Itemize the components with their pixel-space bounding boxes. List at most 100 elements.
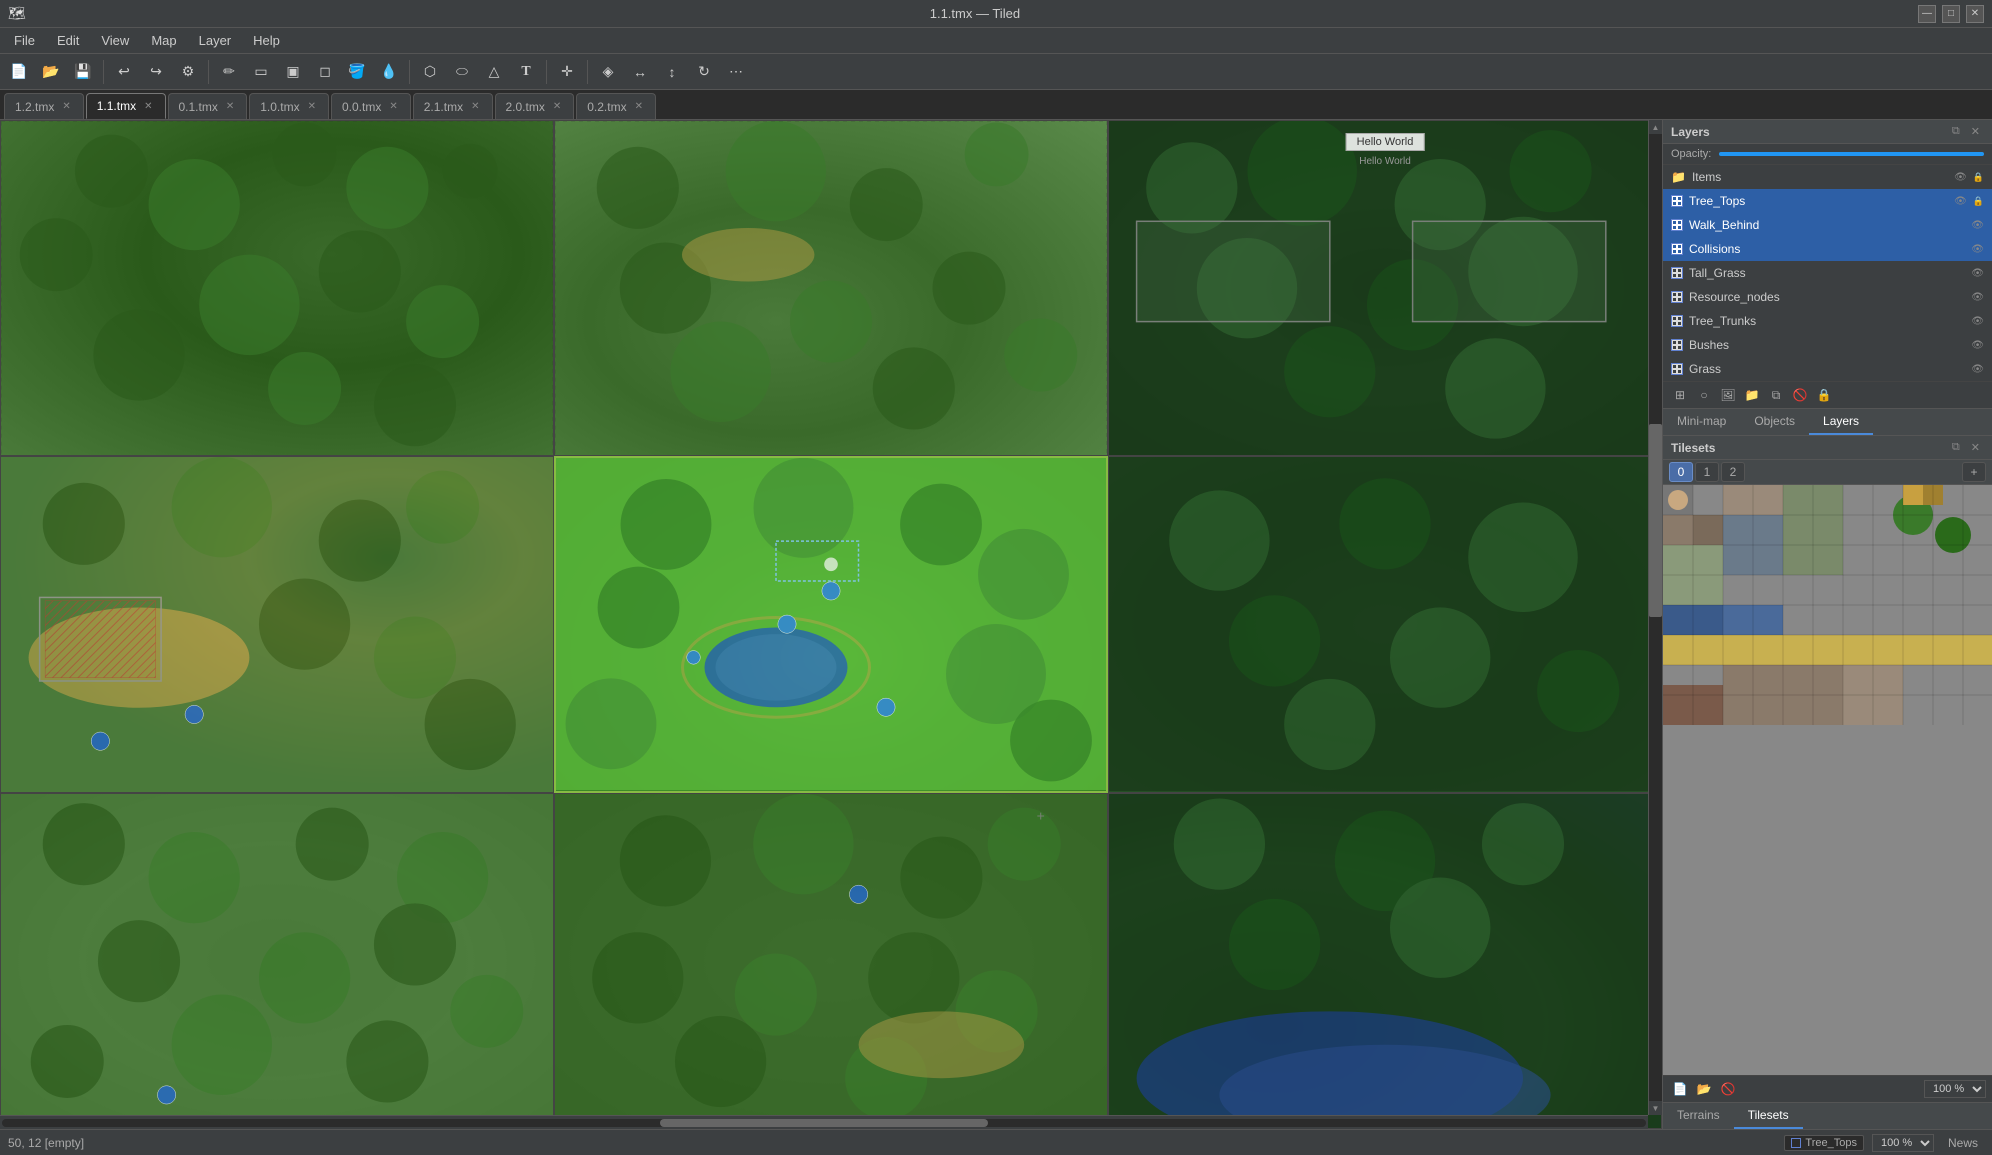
- menu-file[interactable]: File: [4, 31, 45, 50]
- redo-button[interactable]: ↪: [141, 58, 171, 86]
- save-button[interactable]: 💾: [68, 58, 98, 86]
- stamp-button[interactable]: ✏: [214, 58, 244, 86]
- tab-close[interactable]: ✕: [387, 100, 399, 113]
- map-cell-ml[interactable]: [0, 456, 554, 792]
- layer-lock-tree-tops[interactable]: [1973, 195, 1984, 207]
- layer-eye-items[interactable]: [1954, 171, 1967, 183]
- layer-eye-collisions[interactable]: [1971, 243, 1984, 255]
- map-cell-bl[interactable]: [0, 793, 554, 1129]
- news-label[interactable]: News: [1942, 1134, 1984, 1152]
- map-cell-bc[interactable]: +: [554, 793, 1108, 1129]
- menu-view[interactable]: View: [91, 31, 139, 50]
- map-vertical-scrollbar[interactable]: ▲ ▼: [1648, 120, 1662, 1115]
- add-tile-layer-button[interactable]: ⊞: [1669, 385, 1691, 405]
- select-rect-button[interactable]: ▭: [246, 58, 276, 86]
- tab-0-1-tmx[interactable]: 0.1.tmx ✕: [168, 93, 248, 119]
- tab-close[interactable]: ✕: [60, 100, 72, 113]
- object-stamp-button[interactable]: ◈: [593, 58, 623, 86]
- tab-close[interactable]: ✕: [142, 100, 154, 113]
- map-cell-mr[interactable]: [1108, 456, 1662, 792]
- tab-0-2-tmx[interactable]: 0.2.tmx ✕: [576, 93, 656, 119]
- scroll-down-button[interactable]: ▼: [1649, 1101, 1662, 1115]
- erase-button[interactable]: ◻: [310, 58, 340, 86]
- tab-close[interactable]: ✕: [633, 100, 645, 113]
- layer-item-collisions[interactable]: Collisions: [1663, 237, 1992, 261]
- layer-lock-items[interactable]: [1973, 171, 1984, 183]
- new-tileset-button[interactable]: 📄: [1669, 1079, 1691, 1099]
- menu-map[interactable]: Map: [141, 31, 186, 50]
- layer-item-walk-behind[interactable]: Walk_Behind: [1663, 213, 1992, 237]
- tilesets-float-button[interactable]: ⧉: [1948, 440, 1964, 455]
- layer-item-tall-grass[interactable]: Tall_Grass: [1663, 261, 1992, 285]
- eyedropper-button[interactable]: 💧: [374, 58, 404, 86]
- layer-eye-resource-nodes[interactable]: [1971, 291, 1984, 303]
- move-button[interactable]: ✛: [552, 58, 582, 86]
- bucket-button[interactable]: 🪣: [342, 58, 372, 86]
- tab-1-1-tmx[interactable]: 1.1.tmx ✕: [86, 93, 166, 119]
- layer-eye-grass[interactable]: [1971, 363, 1984, 375]
- tab-layers[interactable]: Layers: [1809, 409, 1873, 435]
- remove-tileset-button[interactable]: 🚫: [1717, 1079, 1739, 1099]
- zoom-level-select[interactable]: 100 % 50 % 200 %: [1872, 1134, 1934, 1152]
- tab-0-0-tmx[interactable]: 0.0.tmx ✕: [331, 93, 411, 119]
- duplicate-layer-button[interactable]: ⧉: [1765, 385, 1787, 405]
- layer-item-grass[interactable]: Grass: [1663, 357, 1992, 381]
- map-cell-tr[interactable]: Hello World Hello World: [1108, 120, 1662, 456]
- map-horizontal-scrollbar[interactable]: [0, 1115, 1648, 1129]
- tab-2-1-tmx[interactable]: 2.1.tmx ✕: [413, 93, 493, 119]
- add-object-layer-button[interactable]: ○: [1693, 385, 1715, 405]
- tab-close[interactable]: ✕: [224, 100, 236, 113]
- tileset-tab-1[interactable]: 1: [1695, 462, 1719, 482]
- layer-item-items[interactable]: 📁 Items: [1663, 165, 1992, 189]
- text-button[interactable]: T: [511, 58, 541, 86]
- opacity-slider[interactable]: [1719, 152, 1984, 156]
- tileset-zoom-select[interactable]: 100 % 50 % 200 %: [1924, 1080, 1986, 1098]
- tab-2-0-tmx[interactable]: 2.0.tmx ✕: [495, 93, 575, 119]
- layer-item-resource-nodes[interactable]: Resource_nodes: [1663, 285, 1992, 309]
- select-region-button[interactable]: ⬡: [415, 58, 445, 86]
- tab-1-0-tmx[interactable]: 1.0.tmx ✕: [249, 93, 329, 119]
- tab-close[interactable]: ✕: [551, 100, 563, 113]
- layer-eye-tree-tops[interactable]: [1954, 195, 1967, 207]
- more-button[interactable]: ⋯: [721, 58, 751, 86]
- menu-help[interactable]: Help: [243, 31, 290, 50]
- lock-layer-button[interactable]: 🔒: [1813, 385, 1835, 405]
- remove-layer-button[interactable]: 🚫: [1789, 385, 1811, 405]
- layer-item-bushes[interactable]: Bushes: [1663, 333, 1992, 357]
- open-tileset-button[interactable]: 📂: [1693, 1079, 1715, 1099]
- map-area[interactable]: Hello World Hello World: [0, 120, 1662, 1129]
- layers-close-button[interactable]: ✕: [1967, 124, 1984, 139]
- rotate-cw-button[interactable]: ↻: [689, 58, 719, 86]
- tileset-tab-0[interactable]: 0: [1669, 462, 1693, 482]
- tileset-tab-2[interactable]: 2: [1721, 462, 1745, 482]
- menu-edit[interactable]: Edit: [47, 31, 89, 50]
- menu-layer[interactable]: Layer: [189, 31, 242, 50]
- open-button[interactable]: 📂: [36, 58, 66, 86]
- tab-terrains[interactable]: Terrains: [1663, 1103, 1734, 1129]
- tab-close[interactable]: ✕: [469, 100, 481, 113]
- close-button[interactable]: ✕: [1966, 5, 1984, 23]
- undo-button[interactable]: ↩: [109, 58, 139, 86]
- layer-item-tree-trunks[interactable]: Tree_Trunks: [1663, 309, 1992, 333]
- tab-objects[interactable]: Objects: [1740, 409, 1809, 435]
- minimize-button[interactable]: —: [1918, 5, 1936, 23]
- layer-eye-tree-trunks[interactable]: [1971, 315, 1984, 327]
- tileset-add-button[interactable]: +: [1962, 462, 1986, 482]
- scroll-thumb[interactable]: [1649, 424, 1662, 617]
- layer-eye-tall-grass[interactable]: [1971, 267, 1984, 279]
- select-fill-button[interactable]: ▣: [278, 58, 308, 86]
- tab-tilesets[interactable]: Tilesets: [1734, 1103, 1803, 1129]
- map-cell-mc[interactable]: [554, 456, 1108, 792]
- map-cell-tc[interactable]: [554, 120, 1108, 456]
- oval-button[interactable]: ⬭: [447, 58, 477, 86]
- add-group-layer-button[interactable]: 📁: [1741, 385, 1763, 405]
- layer-eye-walk-behind[interactable]: [1971, 219, 1984, 231]
- triangle-button[interactable]: △: [479, 58, 509, 86]
- tileset-canvas[interactable]: [1663, 485, 1992, 1075]
- flip-h-button[interactable]: ↔: [625, 58, 655, 86]
- maximize-button[interactable]: □: [1942, 5, 1960, 23]
- preferences-button[interactable]: ⚙: [173, 58, 203, 86]
- h-scroll-thumb[interactable]: [660, 1119, 989, 1127]
- map-cell-tl[interactable]: [0, 120, 554, 456]
- scroll-up-button[interactable]: ▲: [1649, 120, 1662, 134]
